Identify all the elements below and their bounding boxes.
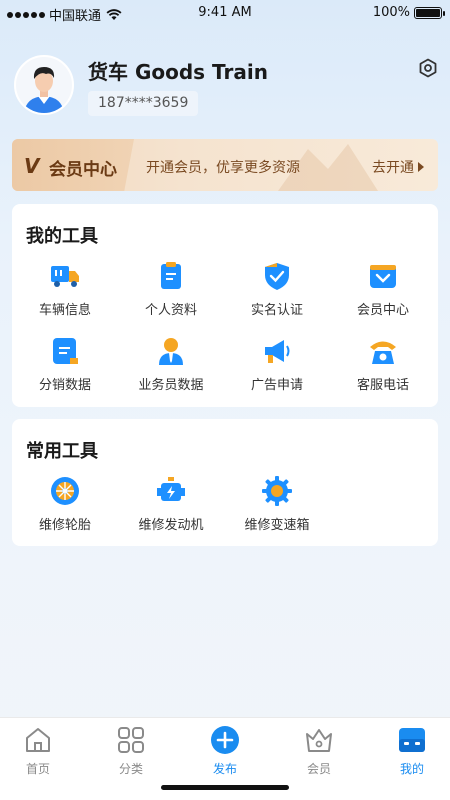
telephone-icon (370, 341, 396, 364)
plus-circle-icon (211, 726, 239, 754)
tab-member[interactable]: 会员 (281, 726, 357, 776)
tool-salesperson-data[interactable]: 业务员数据 (118, 336, 224, 402)
member-v-icon: V (24, 154, 40, 178)
common-tools-card: 常用工具 维修轮胎 维修发动机 维修变速箱 (12, 419, 438, 546)
avatar-person-icon (16, 57, 72, 113)
salesperson-icon (159, 338, 183, 365)
member-open-button[interactable]: 去开通 (372, 157, 424, 177)
tool-label: 个人资料 (144, 303, 197, 318)
tool-label: 维修轮胎 (38, 518, 91, 533)
tool-gearbox-repair[interactable]: 维修变速箱 (224, 476, 330, 542)
tool-label: 客服电话 (356, 378, 409, 393)
home-icon (26, 728, 50, 752)
tool-label: 实名认证 (250, 303, 303, 318)
document-data-icon (53, 338, 78, 364)
tab-home[interactable]: 首页 (0, 726, 76, 776)
tool-engine-repair[interactable]: 维修发动机 (118, 476, 224, 542)
tool-tire-repair[interactable]: 维修轮胎 (12, 476, 118, 542)
clipboard-icon (161, 262, 181, 289)
phone-number: 187****3659 (88, 91, 199, 116)
gearbox-icon (262, 476, 292, 506)
my-tools-card: 我的工具 车辆信息 个人资料 实名认证 会员中心 分销数据 业务员数据 广告申请… (12, 204, 438, 407)
crown-icon (306, 729, 332, 752)
my-tools-title: 我的工具 (26, 226, 98, 247)
tool-ad-application[interactable]: 广告申请 (224, 336, 330, 402)
tool-label: 车辆信息 (38, 303, 91, 318)
tool-real-name-auth[interactable]: 实名认证 (224, 261, 330, 327)
tab-label: 发布 (212, 762, 237, 776)
avatar[interactable] (14, 55, 74, 115)
tool-label: 分销数据 (38, 378, 91, 393)
tab-label: 会员 (306, 762, 331, 776)
tab-category[interactable]: 分类 (93, 726, 169, 776)
home-indicator (161, 785, 289, 790)
tab-publish[interactable]: 发布 (187, 726, 263, 776)
tool-customer-service[interactable]: 客服电话 (330, 336, 436, 402)
tool-label: 业务员数据 (138, 378, 204, 393)
grid-icon (118, 727, 144, 753)
battery-icon (414, 6, 445, 19)
tool-distribution-data[interactable]: 分销数据 (12, 336, 118, 402)
engine-icon (157, 477, 185, 501)
tool-vehicle-info[interactable]: 车辆信息 (12, 261, 118, 327)
tire-icon (51, 477, 79, 505)
tab-label: 分类 (118, 762, 143, 776)
member-crown-icon (370, 265, 396, 288)
megaphone-icon (265, 340, 290, 363)
tool-label: 维修发动机 (138, 518, 204, 533)
common-tools-title: 常用工具 (26, 441, 98, 462)
member-banner[interactable]: V 会员中心 开通会员，优享更多资源 去开通 (12, 139, 438, 191)
tool-label: 维修变速箱 (244, 518, 310, 533)
tab-label: 我的 (399, 762, 424, 776)
settings-gear-icon[interactable] (416, 56, 440, 80)
battery-percent: 100% (372, 5, 410, 20)
status-right: 100% (372, 5, 445, 20)
member-banner-title: 会员中心 (49, 160, 117, 180)
tab-label: 首页 (25, 762, 50, 776)
status-bar: 中国联通 9:41 AM 100% (0, 0, 450, 26)
tool-member-center[interactable]: 会员中心 (330, 261, 436, 327)
member-banner-desc: 开通会员，优享更多资源 (146, 160, 300, 176)
tab-mine[interactable]: 我的 (374, 726, 450, 776)
tool-label: 广告申请 (250, 378, 303, 393)
tool-label: 会员中心 (356, 303, 409, 318)
username: 货车 Goods Train (88, 60, 268, 84)
profile-icon (399, 728, 425, 752)
caret-right-icon (418, 162, 424, 172)
tool-personal-info[interactable]: 个人资料 (118, 261, 224, 327)
member-open-label: 去开通 (372, 160, 414, 176)
shield-check-icon (265, 263, 289, 290)
truck-icon (51, 266, 79, 287)
